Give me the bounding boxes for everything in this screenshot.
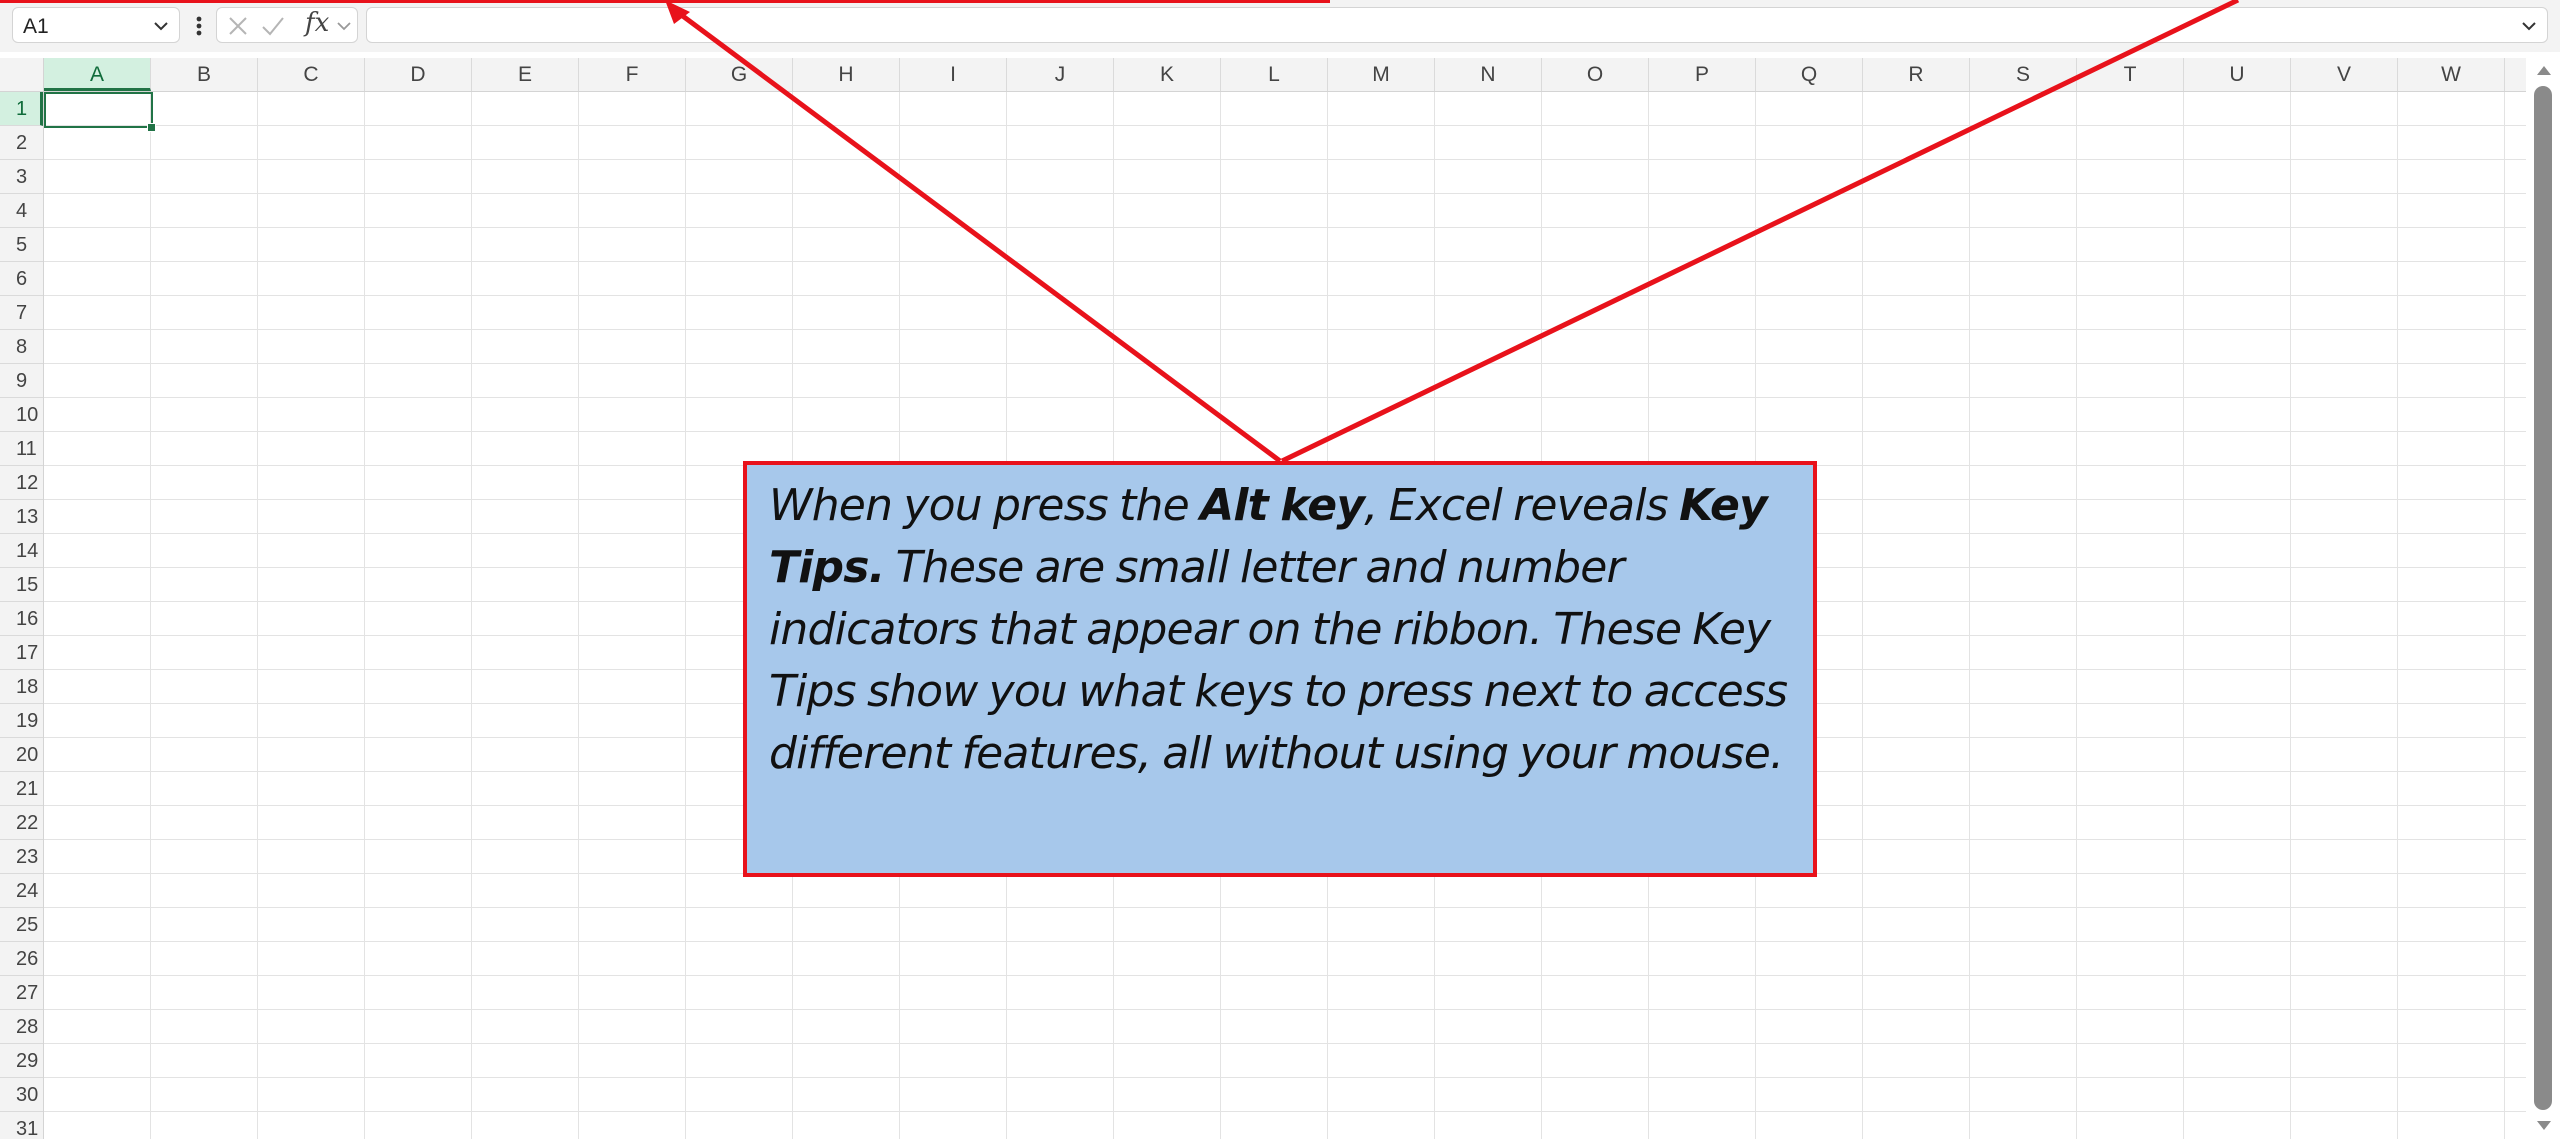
column-header[interactable]: M [1328, 58, 1435, 91]
chevron-down-icon[interactable] [335, 17, 353, 35]
callout-text-part3: These are small letter and number indica… [769, 542, 1788, 779]
column-header[interactable]: L [1221, 58, 1328, 91]
column-header[interactable]: U [2184, 58, 2291, 91]
fx-icon[interactable]: fx [305, 8, 329, 38]
row-header[interactable]: 1 [0, 92, 43, 126]
column-header[interactable]: V [2291, 58, 2398, 91]
row-header[interactable]: 22 [0, 806, 43, 840]
row-header[interactable]: 8 [0, 330, 43, 364]
column-header[interactable]: B [151, 58, 258, 91]
column-header[interactable]: F [579, 58, 686, 91]
column-header[interactable]: C [258, 58, 365, 91]
row-header[interactable]: 3 [0, 160, 43, 194]
row-header[interactable]: 4 [0, 194, 43, 228]
row-header[interactable]: 18 [0, 670, 43, 704]
row-header[interactable]: 7 [0, 296, 43, 330]
column-header[interactable]: Q [1756, 58, 1863, 91]
row-header[interactable]: 26 [0, 942, 43, 976]
column-header[interactable]: S [1970, 58, 2077, 91]
row-headers: 1 2 3 4 5 6 7 8 9 10 11 12 13 14 15 16 17 18 19 20 21 22 23 24 2… [0, 92, 44, 1139]
row-header[interactable]: 30 [0, 1078, 43, 1112]
column-headers: ABCDEFGHIJKLMNOPQRSTUVW [44, 58, 2526, 92]
row-header[interactable]: 29 [0, 1044, 43, 1078]
row-header[interactable]: 2 [0, 126, 43, 160]
column-header[interactable]: D [365, 58, 472, 91]
formula-input[interactable] [366, 7, 2548, 43]
name-box-value: A1 [23, 15, 49, 38]
cancel-icon[interactable] [227, 15, 249, 37]
select-all-corner[interactable] [0, 58, 44, 92]
callout-text-part1: When you press the [769, 480, 1201, 531]
column-header[interactable]: A [44, 58, 151, 91]
row-header[interactable]: 16 [0, 602, 43, 636]
enter-icon[interactable] [261, 15, 285, 37]
row-header[interactable]: 21 [0, 772, 43, 806]
row-header[interactable]: 25 [0, 908, 43, 942]
scroll-thumb[interactable] [2534, 86, 2552, 1110]
column-header[interactable]: I [900, 58, 1007, 91]
row-header[interactable]: 5 [0, 228, 43, 262]
column-header[interactable]: W [2398, 58, 2505, 91]
column-header[interactable]: J [1007, 58, 1114, 91]
annotation-callout: When you press the Alt key, Excel reveal… [743, 461, 1817, 877]
callout-text: When you press the Alt key, Excel reveal… [769, 475, 1791, 785]
column-header[interactable]: P [1649, 58, 1756, 91]
column-header[interactable]: O [1542, 58, 1649, 91]
column-header[interactable]: G [686, 58, 793, 91]
row-header[interactable]: 23 [0, 840, 43, 874]
row-header[interactable]: 19 [0, 704, 43, 738]
name-box[interactable]: A1 [12, 7, 180, 43]
row-header[interactable]: 9 [0, 364, 43, 398]
chevron-down-icon[interactable] [2519, 16, 2539, 36]
callout-text-part2: , Excel reveals [1364, 480, 1680, 531]
row-header[interactable]: 15 [0, 568, 43, 602]
callout-bold-alt-key: Alt key [1200, 480, 1365, 531]
vertical-scrollbar[interactable] [2526, 58, 2560, 1139]
formula-controls: fx [216, 7, 358, 43]
row-header[interactable]: 13 [0, 500, 43, 534]
column-header[interactable]: K [1114, 58, 1221, 91]
active-cell-selection[interactable] [44, 92, 153, 128]
row-header[interactable]: 28 [0, 1010, 43, 1044]
row-header[interactable]: 27 [0, 976, 43, 1010]
scroll-down-icon[interactable] [2536, 1120, 2552, 1132]
row-header[interactable]: 31 [0, 1112, 43, 1139]
row-header[interactable]: 12 [0, 466, 43, 500]
row-header[interactable]: 20 [0, 738, 43, 772]
column-header[interactable]: T [2077, 58, 2184, 91]
scroll-up-icon[interactable] [2536, 64, 2552, 76]
chevron-down-icon[interactable] [151, 16, 171, 36]
row-header[interactable]: 6 [0, 262, 43, 296]
column-header[interactable]: H [793, 58, 900, 91]
column-header[interactable]: R [1863, 58, 1970, 91]
row-header[interactable]: 11 [0, 432, 43, 466]
row-header[interactable]: 24 [0, 874, 43, 908]
column-header[interactable]: E [472, 58, 579, 91]
row-header[interactable]: 17 [0, 636, 43, 670]
formula-bar: A1 fx [0, 0, 2560, 52]
row-header[interactable]: 10 [0, 398, 43, 432]
fill-handle[interactable] [147, 123, 156, 132]
more-options-icon[interactable] [188, 12, 210, 40]
column-header[interactable]: N [1435, 58, 1542, 91]
row-header[interactable]: 14 [0, 534, 43, 568]
